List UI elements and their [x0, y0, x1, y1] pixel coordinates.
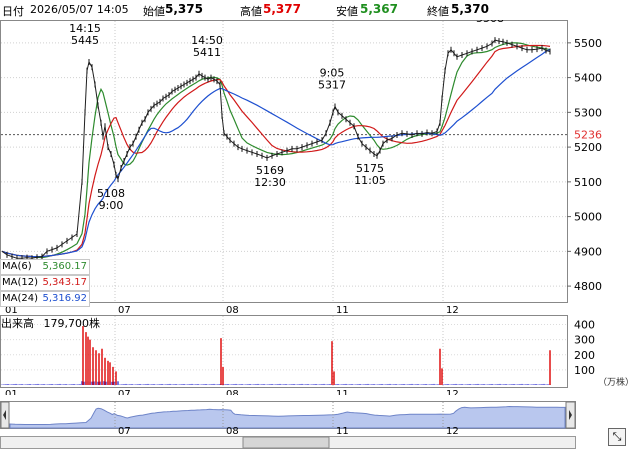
legend-name: MA(12) [2, 277, 38, 288]
scrollbar-thumb[interactable] [242, 436, 330, 449]
navigator-tick-label: 08 [226, 426, 239, 437]
volume-value: 179,700株 [43, 317, 101, 330]
current-price-label: 5236 [574, 129, 602, 142]
navigator[interactable]: 07 08 11 12 [0, 385, 630, 451]
legend-value: 5,360.17 [42, 261, 87, 272]
y-tick-label: 5200 [574, 141, 602, 154]
y-tick-label: 5000 [574, 211, 602, 224]
x-tick-label: 08 [226, 305, 239, 315]
y-tick-label: 4800 [574, 280, 602, 293]
volume-tick-label: 100 [574, 364, 595, 377]
legend-row-ma6: MA(6) 5,360.17 [0, 259, 90, 275]
high-label: 高値 [240, 5, 262, 18]
annotation-value: 5411 [193, 46, 221, 59]
low-label: 安値 [336, 5, 358, 18]
x-tick-label: 11 [336, 305, 349, 315]
annotation-value: 5508 [476, 20, 504, 25]
y-tick-label: 5400 [574, 72, 602, 85]
y-tick-label: 5100 [574, 176, 602, 189]
close-label: 終値 [427, 5, 449, 18]
ma-legend: MA(6) 5,360.17 MA(12) 5,343.17 MA(24) 5,… [0, 259, 90, 307]
legend-row-ma12: MA(12) 5,343.17 [0, 275, 90, 291]
datetime-value: 2026/05/07 14:05 [30, 3, 129, 16]
navigator-tick-label: 07 [118, 426, 131, 437]
close-value: 5,370 [451, 2, 489, 16]
navigator-tick-label: 12 [446, 426, 459, 437]
navigator-tick-label: 11 [336, 426, 349, 437]
annotation-value: 5445 [71, 34, 99, 47]
y-tick-label: 5300 [574, 106, 602, 119]
x-tick-label: 07 [118, 305, 131, 315]
legend-value: 5,343.17 [42, 277, 87, 288]
open-value: 5,375 [165, 2, 203, 16]
open-label: 始値 [143, 5, 165, 18]
legend-row-ma24: MA(24) 5,316.92 [0, 291, 90, 307]
volume-tick-label: 300 [574, 334, 595, 347]
low-value: 5,367 [360, 2, 398, 16]
annotation-time: 12:30 [254, 176, 286, 189]
date-label: 日付 [2, 5, 24, 18]
ohlc-header: 日付 2026/05/07 14:05 始値 5,375 高値 5,377 安値… [0, 0, 630, 20]
y-tick-label: 4900 [574, 245, 602, 258]
annotation-time: 9:00 [99, 199, 124, 212]
annotation-time: 11:05 [354, 174, 386, 187]
annotation-value: 5317 [318, 78, 346, 91]
x-tick-label: 12 [446, 305, 459, 315]
volume-label: 出来高 179,700株 [1, 315, 100, 331]
expand-icon[interactable]: ⤡ [608, 428, 626, 446]
volume-tick-label: 200 [574, 349, 595, 362]
price-chart[interactable]: 14:15544551089:0014:505411516912:309:055… [0, 20, 630, 315]
volume-tick-label: 400 [574, 319, 595, 332]
high-value: 5,377 [263, 2, 301, 16]
legend-value: 5,316.92 [42, 293, 87, 304]
y-tick-label: 5500 [574, 37, 602, 50]
volume-title: 出来高 [1, 317, 34, 330]
legend-name: MA(24) [2, 293, 38, 304]
legend-name: MA(6) [2, 261, 32, 272]
